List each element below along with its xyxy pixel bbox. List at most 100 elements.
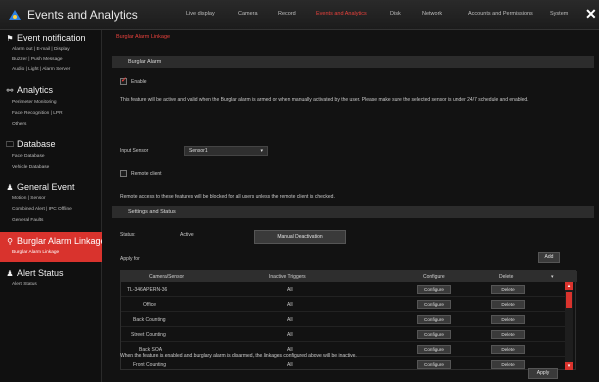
sidebar-section-title: General Event bbox=[17, 182, 75, 192]
remote-client-label: Remote client bbox=[131, 171, 162, 177]
database-icon: 🗀 bbox=[6, 140, 14, 149]
input-sensor-select[interactable]: Sensor1 ▾ bbox=[184, 146, 268, 156]
cell-camera: Front Counting bbox=[133, 362, 167, 368]
sidebar-section-general-event[interactable]: ♟ General Event Motion | Sensor Combined … bbox=[0, 178, 102, 228]
sidebar-subitem[interactable]: Audio | Light | Alarm Server bbox=[12, 67, 70, 72]
apply-for-label: Apply for bbox=[120, 256, 140, 262]
sidebar-subitem-active[interactable]: Burglar Alarm Linkage bbox=[12, 250, 59, 255]
sidebar-subitem[interactable]: Motion | Sensor bbox=[12, 196, 46, 201]
table-header: Camera/Sensor Inactive Triggers Configur… bbox=[121, 271, 577, 282]
burglar-alarm-header: Burglar Alarm bbox=[112, 56, 594, 68]
delete-button[interactable]: Delete bbox=[491, 300, 525, 309]
sidebar-subitem[interactable]: Alarm out | E-mail | Display bbox=[12, 47, 70, 52]
sidebar-section-title: Analytics bbox=[17, 85, 54, 95]
sidebar-section-title: Alert Status bbox=[17, 268, 64, 278]
table-row[interactable]: TL-346APERN-36 All Configure Delete bbox=[121, 282, 567, 297]
col-camera-sensor: Camera/Sensor bbox=[149, 274, 185, 280]
status-label: Status: bbox=[120, 232, 136, 238]
person-icon: ♟ bbox=[6, 269, 14, 278]
input-sensor-value: Sensor1 bbox=[189, 148, 208, 154]
breadcrumb[interactable]: Burglar Alarm Linkage bbox=[116, 34, 170, 40]
cell-triggers: All bbox=[287, 317, 293, 323]
configure-button[interactable]: Configure bbox=[417, 330, 451, 339]
cell-triggers: All bbox=[287, 362, 293, 368]
sidebar-subitem[interactable]: General Faults bbox=[12, 218, 43, 223]
delete-button[interactable]: Delete bbox=[491, 285, 525, 294]
sidebar-section-database[interactable]: 🗀 Database Face Database Vehicle Database bbox=[0, 136, 102, 176]
sidebar-section-title: Burglar Alarm Linkage bbox=[17, 236, 106, 246]
sidebar-subitem[interactable]: Perimeter Monitoring bbox=[12, 100, 57, 105]
delete-button[interactable]: Delete bbox=[491, 330, 525, 339]
cell-triggers: All bbox=[287, 302, 293, 308]
manual-deactivation-button[interactable]: Manual Deactivation bbox=[254, 230, 346, 244]
col-delete: Delete bbox=[499, 274, 514, 280]
sidebar-section-title: Event notification bbox=[17, 33, 86, 43]
nav-accounts-and-permissions[interactable]: Accounts and Permissions bbox=[468, 11, 533, 17]
sidebar-subitem[interactable]: Vehicle Database bbox=[12, 165, 49, 170]
cell-camera: Office bbox=[143, 302, 156, 308]
nav-live-display[interactable]: Live display bbox=[186, 11, 215, 17]
sidebar-subitem[interactable]: Face Recognition | LPR bbox=[12, 111, 63, 116]
col-configure: Configure bbox=[423, 274, 445, 280]
nav-system[interactable]: System bbox=[550, 11, 568, 17]
nav-camera[interactable]: Camera bbox=[238, 11, 258, 17]
table-row[interactable]: Back Counting All Configure Delete bbox=[121, 312, 567, 327]
sidebar-section-burglar-alarm-linkage[interactable]: ⚲ Burglar Alarm Linkage Burglar Alarm Lin… bbox=[0, 232, 106, 262]
enable-label: Enable bbox=[131, 79, 147, 85]
enable-checkbox[interactable] bbox=[120, 76, 127, 85]
delete-button[interactable]: Delete bbox=[491, 360, 525, 369]
table-row[interactable]: Street Counting All Configure Delete bbox=[121, 327, 567, 342]
cell-triggers: All bbox=[287, 332, 293, 338]
person-icon: ♟ bbox=[6, 183, 14, 192]
sidebar-section-event-notification[interactable]: ⚑ Event notification Alarm out | E-mail |… bbox=[0, 30, 102, 82]
feature-description: This feature will be active and valid wh… bbox=[120, 97, 529, 103]
sidebar-subitem[interactable]: Face Database bbox=[12, 154, 45, 159]
table-row[interactable]: Office All Configure Delete bbox=[121, 297, 567, 312]
chevron-down-icon: ▾ bbox=[260, 148, 263, 154]
cell-camera: Back Counting bbox=[133, 317, 166, 323]
configure-button[interactable]: Configure bbox=[417, 285, 451, 294]
top-nav: Live display Camera Record Events and An… bbox=[186, 11, 576, 21]
delete-button[interactable]: Delete bbox=[491, 315, 525, 324]
chevron-down-icon[interactable]: ▾ bbox=[551, 274, 554, 280]
events-logo-icon bbox=[9, 10, 21, 20]
sidebar-section-title: Database bbox=[17, 139, 56, 149]
status-value: Active bbox=[180, 232, 194, 238]
analytics-icon: ⚯ bbox=[6, 86, 14, 95]
app-title: Events and Analytics bbox=[27, 8, 138, 22]
sidebar-subitem[interactable]: Alert Status bbox=[12, 282, 37, 287]
flag-icon: ⚑ bbox=[6, 34, 14, 43]
col-inactive-triggers: Inactive Triggers bbox=[269, 274, 306, 280]
nav-network[interactable]: Network bbox=[422, 11, 442, 17]
sidebar-subitem[interactable]: Others bbox=[12, 122, 26, 127]
scroll-down-icon[interactable]: ▾ bbox=[565, 362, 573, 370]
input-sensor-label: Input Sensor bbox=[120, 148, 149, 154]
cell-camera: Street Counting bbox=[131, 332, 166, 338]
configure-button[interactable]: Configure bbox=[417, 300, 451, 309]
sidebar-subitem[interactable]: Buzzer | Push Message bbox=[12, 57, 63, 62]
main-content: Burglar Alarm Linkage Burglar Alarm Enab… bbox=[102, 30, 599, 382]
apply-button[interactable]: Apply bbox=[528, 368, 558, 379]
nav-record[interactable]: Record bbox=[278, 11, 296, 17]
add-button[interactable]: Add bbox=[538, 252, 560, 263]
top-bar: Events and Analytics Live display Camera… bbox=[0, 0, 599, 30]
delete-button[interactable]: Delete bbox=[491, 345, 525, 354]
sidebar-section-alert-status[interactable]: ♟ Alert Status Alert Status bbox=[0, 264, 102, 294]
location-pin-icon: ⚲ bbox=[7, 237, 13, 246]
sidebar-section-analytics[interactable]: ⚯ Analytics Perimeter Monitoring Face Rec… bbox=[0, 82, 102, 134]
configure-button[interactable]: Configure bbox=[417, 345, 451, 354]
nav-events-and-analytics[interactable]: Events and Analytics bbox=[316, 11, 367, 17]
scroll-thumb[interactable] bbox=[566, 292, 572, 308]
configure-button[interactable]: Configure bbox=[417, 315, 451, 324]
close-icon[interactable]: ✕ bbox=[585, 6, 597, 23]
sidebar-subitem[interactable]: Combined Alert | IPC Offline bbox=[12, 207, 72, 212]
remote-client-checkbox[interactable] bbox=[120, 170, 127, 177]
sidebar: ⚑ Event notification Alarm out | E-mail |… bbox=[0, 30, 106, 382]
table-scrollbar[interactable]: ▴ ▾ bbox=[565, 282, 573, 370]
configure-button[interactable]: Configure bbox=[417, 360, 451, 369]
nav-disk[interactable]: Disk bbox=[390, 11, 401, 17]
settings-status-header: Settings and Status bbox=[112, 206, 594, 218]
scroll-up-icon[interactable]: ▴ bbox=[565, 282, 573, 290]
cell-triggers: All bbox=[287, 287, 293, 293]
remote-note: Remote access to these features will be … bbox=[120, 194, 335, 200]
